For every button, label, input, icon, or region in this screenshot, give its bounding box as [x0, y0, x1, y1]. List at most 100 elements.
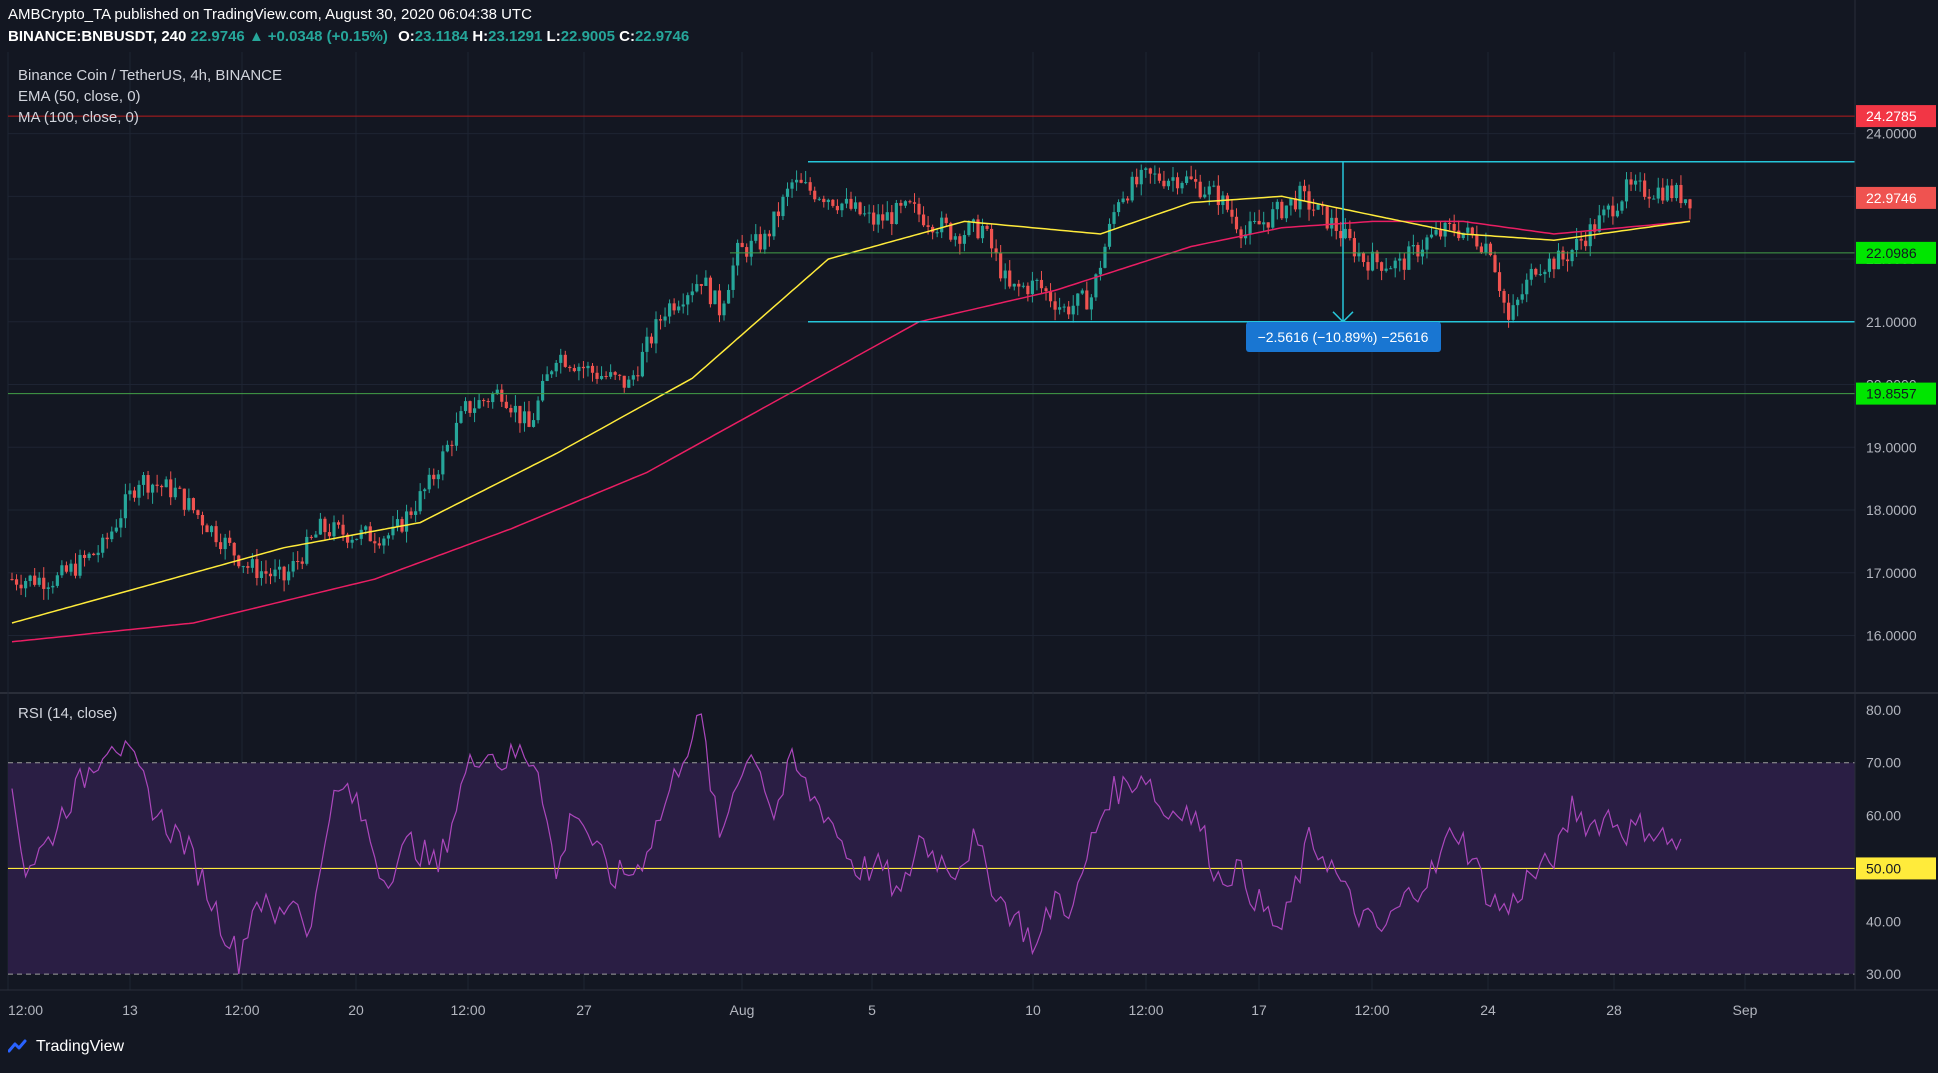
candle — [1203, 186, 1207, 199]
candle — [182, 488, 186, 516]
candle — [1103, 243, 1107, 269]
candle — [604, 371, 608, 380]
candle — [944, 213, 948, 227]
candle — [436, 469, 440, 489]
candle — [477, 393, 481, 409]
candle — [1420, 239, 1425, 265]
candle — [695, 274, 699, 293]
candles — [10, 164, 1692, 600]
candle — [1402, 253, 1406, 280]
candle — [1216, 175, 1220, 215]
price-chart[interactable]: −2.5616 (−10.89%) −25616 16.0000 17.0000 18… — [0, 0, 1938, 1073]
candle — [1552, 256, 1556, 279]
candle — [1257, 209, 1261, 225]
candle — [1475, 225, 1479, 250]
price-tick-label: 18.0000 — [1866, 502, 1917, 518]
candle — [386, 532, 391, 546]
candle — [1225, 192, 1230, 213]
candle — [1116, 199, 1121, 217]
candle — [418, 483, 422, 515]
candle — [55, 572, 59, 588]
candle — [395, 510, 400, 532]
ema-50-line — [11, 195, 1691, 624]
candle — [1593, 219, 1597, 239]
candle — [1189, 165, 1193, 181]
candle — [160, 484, 164, 497]
candle — [518, 405, 522, 433]
candle — [1311, 198, 1316, 217]
candle — [196, 509, 200, 520]
candle — [1547, 252, 1551, 278]
candle — [1339, 221, 1343, 247]
candle — [1443, 220, 1447, 248]
candle — [740, 234, 744, 248]
candle — [731, 257, 735, 298]
candle — [1262, 211, 1266, 232]
candle — [427, 467, 431, 494]
time-axis[interactable]: 12:00 13 12:00 20 12:00 27 Aug 5 10 12:00 17 12:00 2… — [0, 989, 1938, 1018]
candle — [472, 397, 477, 423]
candle — [590, 363, 595, 382]
candle — [609, 364, 613, 380]
candle — [908, 199, 912, 204]
candle — [1175, 172, 1180, 195]
candle — [627, 375, 631, 389]
candle — [699, 283, 703, 295]
candle — [110, 526, 114, 543]
tradingview-brand[interactable]: TradingView — [8, 1038, 124, 1056]
price-tick-label: 16.0000 — [1866, 628, 1917, 644]
candle — [1448, 218, 1452, 231]
rsi-tick-label: 80.00 — [1866, 702, 1901, 718]
candle — [1212, 180, 1216, 188]
candle — [264, 560, 268, 584]
candle — [105, 532, 109, 549]
candle — [445, 440, 449, 453]
candle — [704, 270, 708, 287]
candle — [377, 537, 381, 549]
candle — [19, 574, 23, 595]
ma-legend[interactable]: MA (100, close, 0) — [18, 109, 139, 126]
candle — [808, 177, 812, 195]
price-axis[interactable]: 16.000017.000018.000019.000020.000021.00… — [1854, 0, 1936, 990]
time-tick-label: 12:00 — [1128, 1002, 1163, 1018]
candle — [550, 369, 554, 378]
candle — [37, 572, 41, 587]
candle — [568, 365, 572, 372]
candle — [459, 406, 463, 424]
candle — [277, 559, 282, 579]
candle — [881, 204, 885, 229]
candle — [287, 564, 291, 585]
candle — [736, 239, 740, 276]
candle — [813, 186, 817, 203]
rsi-tick-label: 40.00 — [1866, 913, 1901, 929]
candle — [522, 401, 527, 432]
candle — [296, 551, 300, 570]
candle — [1003, 263, 1007, 290]
svg-text:50.00: 50.00 — [1866, 860, 1901, 876]
time-tick-label: 13 — [122, 1002, 138, 1018]
candle — [713, 290, 717, 305]
candle — [1271, 202, 1275, 230]
candle — [826, 198, 830, 210]
candle — [1153, 165, 1157, 185]
last-price-badge: 22.9746 — [1856, 186, 1936, 209]
candle — [1162, 170, 1166, 189]
support-lower-price-badge: 19.8557 — [1856, 382, 1936, 405]
candle — [1280, 199, 1284, 221]
time-tick-label: 10 — [1025, 1002, 1041, 1018]
candle — [763, 229, 767, 254]
candle — [1048, 283, 1053, 308]
rsi-axis[interactable]: 30.0040.0050.0060.0070.0080.0050.00 — [1856, 702, 1936, 982]
candle — [513, 395, 517, 423]
candle — [1520, 283, 1524, 304]
candle — [1316, 203, 1320, 211]
candle — [531, 413, 536, 428]
candle — [1411, 234, 1415, 255]
ema-legend[interactable]: EMA (50, close, 0) — [18, 88, 141, 105]
candle — [559, 348, 563, 374]
candle — [1497, 262, 1502, 297]
candle — [1398, 252, 1402, 272]
candle — [663, 307, 667, 328]
rsi-legend[interactable]: RSI (14, close) — [18, 705, 117, 722]
candle — [400, 516, 404, 534]
